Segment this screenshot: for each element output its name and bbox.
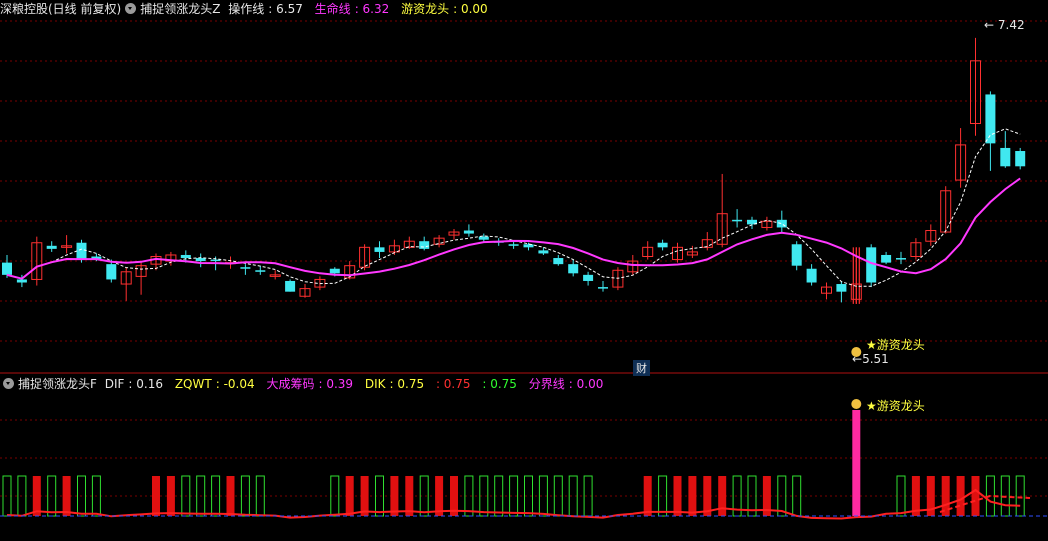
candle-body (1015, 151, 1026, 167)
candle-body (538, 250, 549, 254)
sub-bar (643, 476, 652, 516)
kline-chart[interactable] (0, 0, 1048, 541)
candle-body (210, 259, 221, 262)
candle-body (419, 241, 430, 249)
candle-body (583, 274, 594, 281)
sub-bar (673, 476, 682, 516)
signal-bar-sub (852, 410, 861, 516)
candle-body (1000, 147, 1011, 167)
candle-body (374, 247, 385, 252)
candle-body (881, 254, 892, 263)
sub-bar (390, 476, 399, 516)
candle-body (329, 268, 340, 274)
sub-bar (718, 476, 727, 516)
sub-bar (956, 476, 965, 516)
low-price-label: ←5.51 (852, 352, 889, 366)
candle-body (106, 264, 117, 280)
candle-body (776, 219, 787, 228)
candle-body (240, 267, 251, 269)
high-price-label: ← 7.42 (984, 18, 1025, 32)
sub-bar (166, 476, 175, 516)
candle-body (568, 264, 579, 274)
sub-bar (435, 476, 444, 516)
sub-bar (360, 476, 369, 516)
sub-bar (405, 476, 414, 516)
sub-bar (971, 476, 980, 516)
candle-body (806, 268, 817, 283)
candle-body (76, 242, 87, 260)
candle-body (553, 258, 564, 265)
candle-body (46, 245, 57, 249)
candle-body (523, 244, 534, 248)
sub-bar (32, 476, 41, 516)
sub-bar (688, 476, 697, 516)
candle-body (478, 236, 489, 240)
candle-body (180, 254, 191, 259)
candle-body (463, 230, 474, 234)
finance-tag[interactable]: 财 (633, 360, 650, 376)
candle-body (598, 287, 608, 289)
candle-body (508, 244, 519, 246)
candle-body (732, 219, 743, 222)
sub-bar (152, 476, 160, 516)
candle-body (16, 279, 27, 283)
candle-body (285, 280, 296, 292)
sub-bar (62, 476, 71, 516)
candle-body (255, 270, 266, 272)
star-icon: ★ (866, 338, 877, 352)
signal-label-main: ★游资龙头 (866, 338, 925, 352)
candle-body (836, 284, 847, 292)
sub-bar (345, 476, 354, 516)
star-icon: ★ (866, 399, 877, 413)
candle-body (896, 258, 906, 260)
signal-label-sub: ★游资龙头 (866, 399, 925, 413)
candle-body (657, 242, 668, 248)
candle-body (791, 244, 802, 266)
sub-bar (226, 476, 235, 516)
candle-body (985, 94, 996, 144)
candle-body (195, 258, 206, 262)
candle-body (2, 262, 12, 275)
money-bag-icon (851, 399, 862, 409)
